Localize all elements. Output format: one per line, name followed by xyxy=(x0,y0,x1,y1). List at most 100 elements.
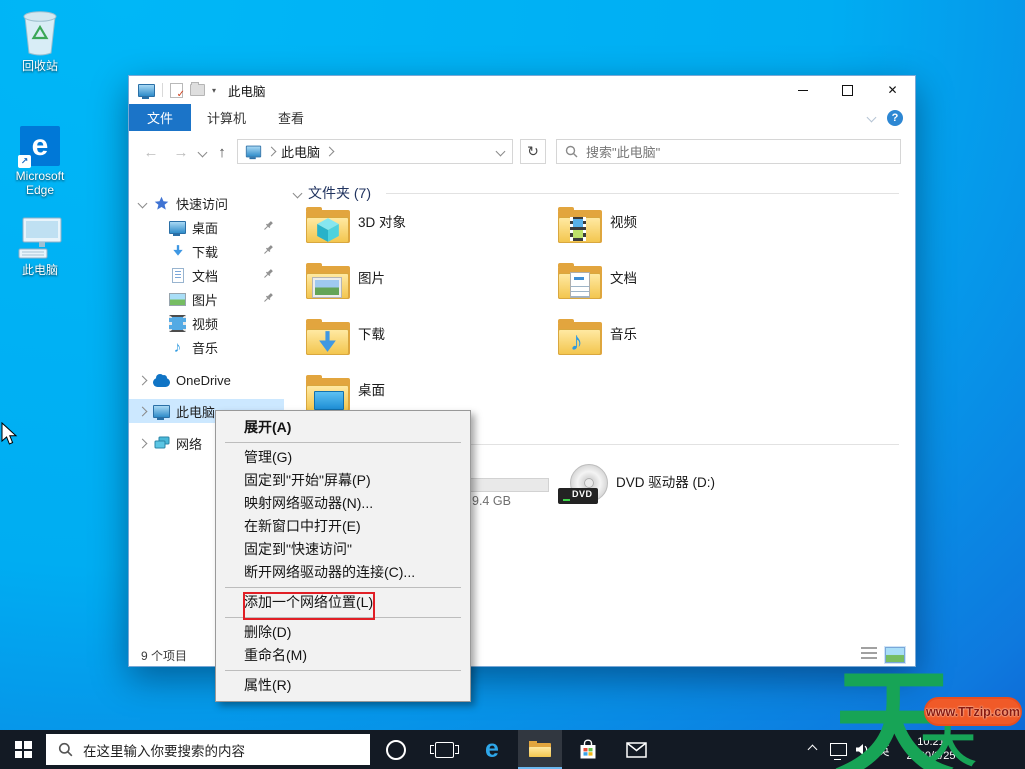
folder-tile-pictures[interactable]: 图片 xyxy=(306,262,548,312)
mail-icon xyxy=(625,741,647,758)
desktop-icon-this-pc[interactable]: 此电脑 xyxy=(7,212,73,277)
tab-view[interactable]: 查看 xyxy=(262,104,320,131)
shortcut-arrow-icon: ↗ xyxy=(18,155,31,168)
this-pc-icon xyxy=(7,212,73,260)
this-pc-icon xyxy=(245,145,262,160)
music-icon: ♪ xyxy=(173,338,182,356)
this-pc-icon xyxy=(138,83,155,99)
store-icon xyxy=(580,739,596,759)
sidebar-item-videos[interactable]: 视频 xyxy=(129,311,284,335)
desktop: 回收站 e ↗ Microsoft Edge 此电脑 ✓ ▾ 此电脑 ✕ 文件 … xyxy=(0,0,1025,769)
task-view-icon xyxy=(429,741,459,758)
menu-item-delete[interactable]: 删除(D) xyxy=(216,621,470,644)
3d-cube-icon xyxy=(317,218,339,242)
forward-button[interactable]: → xyxy=(169,131,193,173)
folder-tile-3d-objects[interactable]: 3D 对象 xyxy=(306,206,548,256)
network-icon xyxy=(153,435,170,452)
taskbar-edge-button[interactable]: e xyxy=(470,730,514,769)
desktop-icon-edge[interactable]: e ↗ Microsoft Edge xyxy=(7,118,73,198)
mouse-cursor xyxy=(1,422,18,445)
desktop-icon-recycle-bin[interactable]: 回收站 xyxy=(7,8,73,73)
folder-tile-downloads[interactable]: 下载 xyxy=(306,318,548,368)
desktop-icon-label: Microsoft Edge xyxy=(15,169,65,198)
taskbar-mail-button[interactable] xyxy=(614,730,658,769)
folder-icon: ♪ xyxy=(558,318,602,358)
onedrive-cloud-icon xyxy=(153,372,170,389)
recent-locations-icon[interactable] xyxy=(195,131,209,173)
folder-tile-videos[interactable]: 视频 xyxy=(558,206,800,256)
document-icon xyxy=(570,272,590,298)
navigation-bar: ← → ↑ 此电脑 ↻ 搜索"此电脑" xyxy=(129,131,915,173)
watermark-url-pill: www.TTzip.com xyxy=(924,697,1022,726)
menu-item-map-network-drive[interactable]: 映射网络驱动器(N)... xyxy=(216,492,470,515)
cortana-icon xyxy=(386,739,406,760)
quick-access-toolbar: ✓ ▾ xyxy=(138,82,216,100)
download-arrow-icon xyxy=(319,331,336,352)
cortana-button[interactable] xyxy=(374,730,418,769)
menu-item-disconnect-network-drive[interactable]: 断开网络驱动器的连接(C)... xyxy=(216,561,470,584)
dvd-drive-tile[interactable]: DVD DVD 驱动器 (D:) xyxy=(558,464,800,514)
edge-icon: e xyxy=(485,735,499,763)
pin-icon[interactable] xyxy=(262,220,274,235)
sidebar-item-onedrive[interactable]: OneDrive xyxy=(129,368,284,392)
menu-item-open-in-new-window[interactable]: 在新窗口中打开(E) xyxy=(216,515,470,538)
address-bar[interactable]: 此电脑 xyxy=(237,139,513,164)
menu-item-properties[interactable]: 属性(R) xyxy=(216,674,470,697)
address-dropdown-icon[interactable] xyxy=(488,140,512,163)
dvd-drive-icon: DVD xyxy=(558,464,608,510)
sidebar-item-music[interactable]: ♪ 音乐 xyxy=(129,335,284,359)
up-button[interactable]: ↑ xyxy=(211,131,233,173)
close-button[interactable]: ✕ xyxy=(870,76,915,104)
address-location[interactable]: 此电脑 xyxy=(281,142,320,161)
start-button[interactable] xyxy=(0,730,46,769)
pin-icon[interactable] xyxy=(262,268,274,283)
taskbar-search-box[interactable]: 在这里输入你要搜索的内容 xyxy=(46,734,370,765)
folder-tile-music[interactable]: ♪ 音乐 xyxy=(558,318,800,368)
ribbon-collapse-icon[interactable] xyxy=(866,112,877,123)
back-button[interactable]: ← xyxy=(139,131,163,173)
menu-item-manage[interactable]: 管理(G) xyxy=(216,446,470,469)
taskbar-explorer-button[interactable] xyxy=(518,730,562,769)
ribbon-tabs: 文件 计算机 查看 ? xyxy=(129,104,915,132)
window-title: 此电脑 xyxy=(228,84,266,99)
pin-icon[interactable] xyxy=(262,292,274,307)
properties-icon[interactable]: ✓ xyxy=(170,82,185,100)
tray-chevron-button[interactable] xyxy=(800,730,824,769)
search-placeholder: 搜索"此电脑" xyxy=(586,145,661,160)
help-icon[interactable]: ? xyxy=(887,109,903,126)
photo-icon xyxy=(313,278,341,297)
menu-item-expand[interactable]: 展开(A) xyxy=(216,415,470,439)
taskbar-store-button[interactable] xyxy=(566,730,610,769)
search-icon xyxy=(565,145,578,158)
menu-item-pin-to-quick-access[interactable]: 固定到"快速访问" xyxy=(216,538,470,561)
new-folder-icon[interactable] xyxy=(190,82,205,96)
menu-item-pin-to-start[interactable]: 固定到"开始"屏幕(P) xyxy=(216,469,470,492)
qat-dropdown-icon[interactable]: ▾ xyxy=(212,86,216,95)
sidebar-item-documents[interactable]: 文档 xyxy=(129,263,284,287)
search-box[interactable]: 搜索"此电脑" xyxy=(556,139,901,164)
folder-icon xyxy=(558,206,602,246)
tab-file[interactable]: 文件 xyxy=(129,104,192,131)
tab-computer[interactable]: 计算机 xyxy=(191,104,262,131)
sidebar-item-quick-access[interactable]: 快速访问 xyxy=(129,191,284,215)
items-count: 9 个项目 xyxy=(141,648,188,663)
search-icon xyxy=(58,742,73,757)
sidebar-item-downloads[interactable]: 下载 xyxy=(129,239,284,263)
menu-item-rename[interactable]: 重命名(M) xyxy=(216,644,470,667)
maximize-button[interactable] xyxy=(825,76,870,104)
refresh-button[interactable]: ↻ xyxy=(520,139,546,164)
folder-tile-documents[interactable]: 文档 xyxy=(558,262,800,312)
red-annotation-box xyxy=(243,592,375,620)
sidebar-item-desktop[interactable]: 桌面 xyxy=(129,215,284,239)
folders-group-header[interactable]: 文件夹 (7) xyxy=(292,183,899,203)
minimize-button[interactable] xyxy=(780,76,825,104)
this-pc-icon xyxy=(153,403,170,420)
music-note-icon: ♪ xyxy=(570,326,583,356)
pin-icon[interactable] xyxy=(262,244,274,259)
taskbar-search-placeholder: 在这里输入你要搜索的内容 xyxy=(83,743,245,759)
context-menu: 展开(A) 管理(G) 固定到"开始"屏幕(P) 映射网络驱动器(N)... 在… xyxy=(215,410,471,702)
pictures-icon xyxy=(169,291,186,308)
downloads-icon xyxy=(169,243,186,260)
sidebar-item-pictures[interactable]: 图片 xyxy=(129,287,284,311)
task-view-button[interactable] xyxy=(422,730,466,769)
